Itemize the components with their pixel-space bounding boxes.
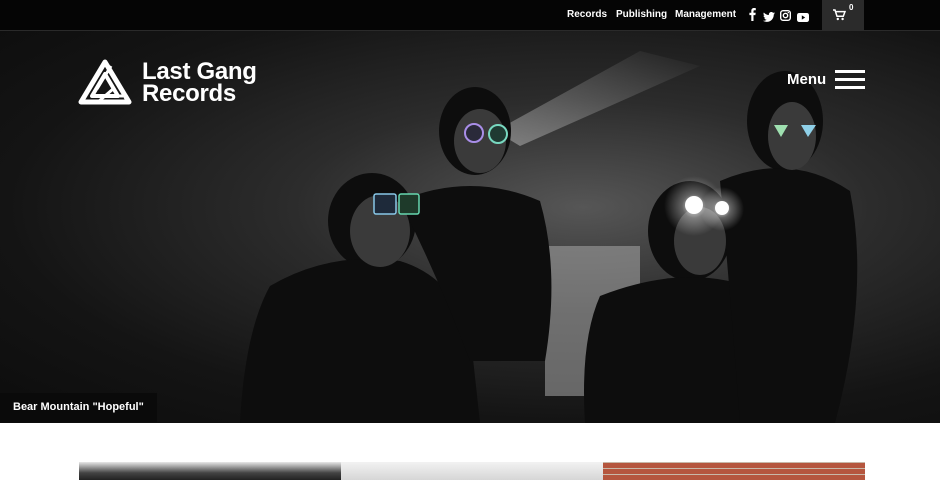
top-utility-bar: Records Publishing Management 0	[0, 0, 940, 31]
thumbnail-card[interactable]	[79, 462, 341, 480]
hamburger-icon[interactable]	[835, 70, 865, 90]
hero-banner[interactable]: Last Gang Records Menu Bear Mountain "Ho…	[0, 31, 940, 423]
instagram-icon[interactable]	[779, 8, 792, 22]
thumbnail-card[interactable]	[603, 462, 865, 480]
triangle-knot-icon	[78, 59, 132, 112]
brand-line-2: Records	[142, 80, 236, 107]
brand-wordmark: Last Gang Records	[142, 60, 257, 107]
cart-icon	[833, 8, 847, 26]
hero-caption[interactable]: Bear Mountain "Hopeful"	[0, 393, 157, 422]
hero-photo	[240, 51, 858, 423]
nav-link-publishing[interactable]: Publishing	[616, 9, 667, 20]
cart-count: 0	[849, 3, 854, 12]
nav-link-records[interactable]: Records	[567, 9, 607, 20]
twitter-icon[interactable]	[763, 9, 775, 22]
menu-button-label[interactable]: Menu	[787, 71, 826, 88]
facebook-icon[interactable]	[749, 8, 756, 21]
thumbnail-card[interactable]	[341, 462, 603, 480]
nav-link-management[interactable]: Management	[675, 9, 736, 20]
cart-button[interactable]: 0	[822, 0, 864, 31]
youtube-icon[interactable]	[797, 9, 809, 22]
